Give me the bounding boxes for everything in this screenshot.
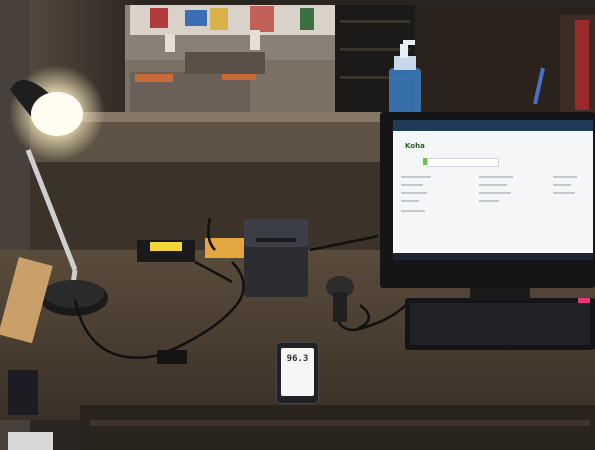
power-adapter xyxy=(137,240,195,262)
browser-toolbar xyxy=(393,120,593,131)
content-line xyxy=(401,192,427,194)
content-line xyxy=(401,176,431,178)
phone-screen: 96.3 xyxy=(281,348,314,396)
content-line xyxy=(553,176,577,178)
keyboard xyxy=(405,298,595,350)
content-line xyxy=(401,200,419,202)
content-line xyxy=(553,192,575,194)
monitor-screen[interactable]: Koha xyxy=(393,120,593,260)
app-logo: Koha xyxy=(405,142,425,150)
power-strip xyxy=(205,238,245,258)
usb-dongle xyxy=(157,350,187,364)
content-line xyxy=(401,184,423,186)
smartphone: 96.3 xyxy=(276,342,319,404)
content-line xyxy=(479,176,513,178)
content-line xyxy=(553,184,571,186)
receipt-printer xyxy=(244,219,308,297)
taskbar xyxy=(393,253,593,260)
content-line xyxy=(479,184,507,186)
phone-reading: 96.3 xyxy=(286,354,309,364)
content-line xyxy=(479,192,511,194)
search-input[interactable] xyxy=(427,158,499,167)
content-line xyxy=(479,200,499,202)
content-line xyxy=(401,210,425,212)
